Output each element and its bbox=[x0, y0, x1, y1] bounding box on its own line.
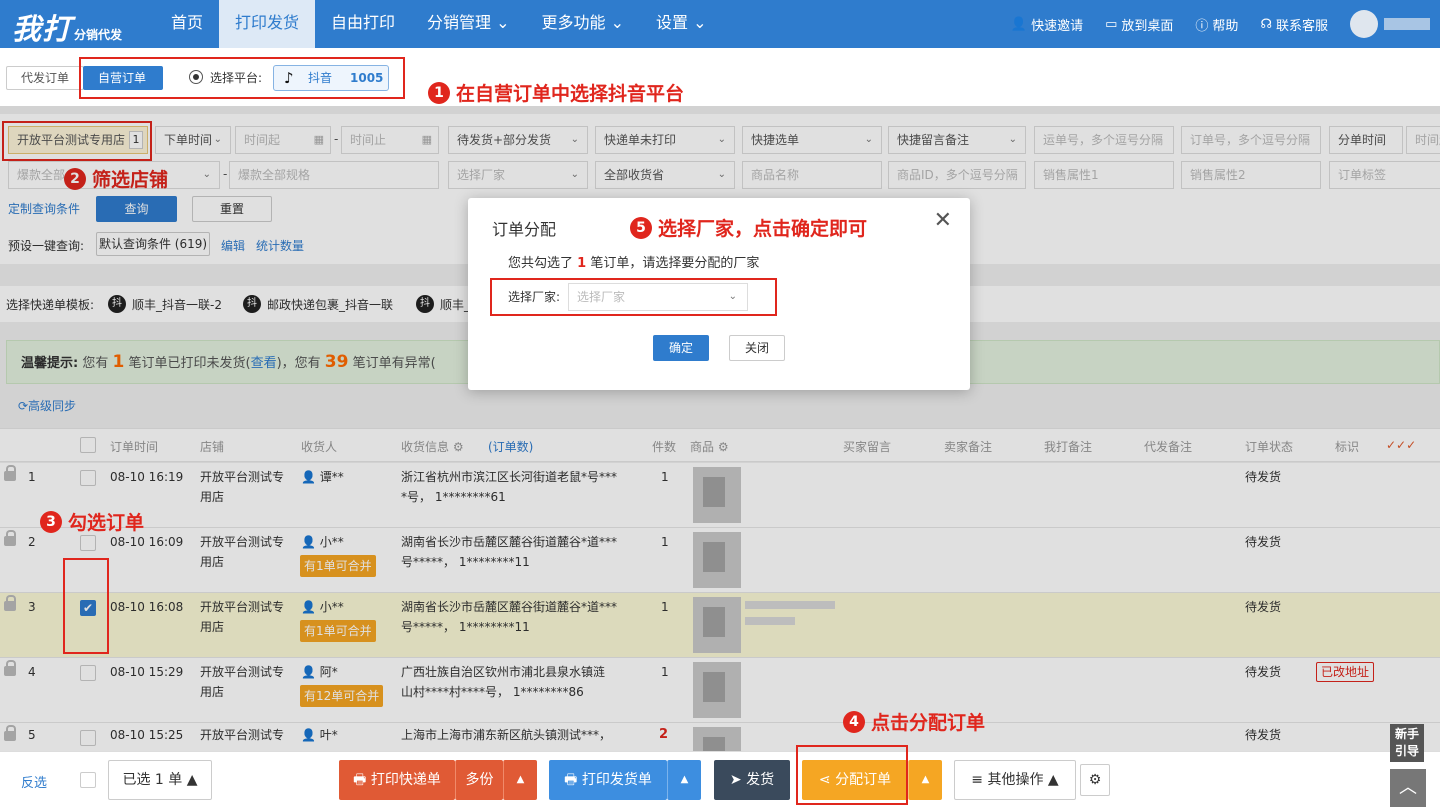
highlight-box-assign bbox=[796, 745, 908, 805]
annotation-step-3: 3 勾选订单 bbox=[40, 508, 144, 535]
annotation-step-5: 5 选择厂家，点击确定即可 bbox=[630, 214, 867, 241]
annotation-step-4: 4 点击分配订单 bbox=[843, 708, 985, 735]
tab-proxy-orders[interactable]: 代发订单 bbox=[6, 66, 85, 90]
print-express-button[interactable]: 🖶 打印快递单 bbox=[339, 760, 455, 800]
blurred-username bbox=[1384, 18, 1430, 30]
highlight-box-platform bbox=[79, 57, 405, 99]
highlight-box-checkbox bbox=[63, 558, 109, 654]
step-number: 3 bbox=[40, 510, 62, 533]
assign-dropdown[interactable]: ▲ bbox=[908, 760, 942, 800]
highlight-box-vendor bbox=[490, 278, 777, 316]
caret-up-icon: ▲ bbox=[516, 774, 525, 785]
close-icon[interactable]: ✕ bbox=[934, 208, 952, 233]
confirm-button[interactable]: 确定 bbox=[653, 335, 709, 361]
dialog-message: 您共勾选了 1 笔订单，请选择要分配的厂家 bbox=[508, 252, 759, 271]
nav-settings[interactable]: 设置 ⌄ bbox=[640, 0, 723, 48]
dialog-title: 订单分配 bbox=[492, 220, 557, 239]
step-number: 4 bbox=[843, 710, 865, 733]
invite-label: 快速邀请 bbox=[1031, 18, 1084, 34]
logo-sub: 分销代发 bbox=[74, 28, 123, 42]
printer-icon: 🖶 bbox=[564, 772, 578, 788]
monitor-icon: ▭ bbox=[1105, 16, 1118, 32]
step-text: 点击分配订单 bbox=[871, 712, 986, 734]
multi-copy-button[interactable]: 多份 bbox=[455, 760, 503, 800]
step-number: 5 bbox=[630, 216, 652, 239]
avatar[interactable] bbox=[1350, 10, 1378, 38]
nav-distribution[interactable]: 分销管理 ⌄ bbox=[411, 0, 526, 48]
help-link[interactable]: ⓘ 帮助 bbox=[1195, 15, 1238, 34]
logo-main: 我打 bbox=[12, 12, 73, 46]
caret-up-icon: ▲ bbox=[680, 774, 689, 785]
service-link[interactable]: ☊ 联系客服 bbox=[1260, 15, 1328, 34]
selected-count-dropdown[interactable]: 已选 1 单 ▲ bbox=[108, 760, 212, 800]
print-express-label: 打印快递单 bbox=[370, 772, 441, 788]
printer-icon: 🖶 bbox=[353, 772, 367, 788]
ship-label: 发货 bbox=[746, 772, 775, 788]
msg-pre: 您共勾选了 bbox=[508, 256, 574, 271]
nav-home[interactable]: 首页 bbox=[155, 0, 219, 48]
print-express-dropdown[interactable]: ▲ bbox=[503, 760, 537, 800]
main-nav: 首页 打印发货 自由打印 分销管理 ⌄ 更多功能 ⌄ 设置 ⌄ bbox=[155, 0, 723, 48]
step-text: 选择厂家，点击确定即可 bbox=[658, 218, 868, 240]
footer-checkbox[interactable] bbox=[80, 772, 96, 788]
top-nav: 我打 分销代发 首页 打印发货 自由打印 分销管理 ⌄ 更多功能 ⌄ 设置 ⌄ … bbox=[0, 0, 1440, 48]
desktop-label: 放到桌面 bbox=[1121, 18, 1174, 34]
back-to-top-button[interactable]: ︿ bbox=[1390, 769, 1426, 807]
nav-right: 👤 快速邀请 ▭ 放到桌面 ⓘ 帮助 ☊ 联系客服 bbox=[1011, 0, 1440, 48]
other-actions-label: 其他操作 ▲ bbox=[987, 772, 1059, 788]
invert-selection-link[interactable]: 反选 bbox=[21, 772, 47, 791]
add-user-icon: 👤 bbox=[1010, 16, 1028, 32]
service-label: 联系客服 bbox=[1275, 18, 1328, 34]
list-icon: ≡ bbox=[971, 772, 984, 788]
print-ship-button[interactable]: 🖶 打印发货单 bbox=[549, 760, 667, 800]
ship-button[interactable]: ➤ 发货 bbox=[714, 760, 790, 800]
msg-post: 笔订单，请选择要分配的厂家 bbox=[590, 256, 760, 271]
close-button[interactable]: 关闭 bbox=[729, 335, 785, 361]
other-actions-dropdown[interactable]: ≡ 其他操作 ▲ bbox=[954, 760, 1076, 800]
caret-up-icon: ▲ bbox=[921, 774, 930, 785]
step-text: 勾选订单 bbox=[68, 512, 145, 534]
nav-more[interactable]: 更多功能 ⌄ bbox=[526, 0, 641, 48]
nav-print-ship[interactable]: 打印发货 bbox=[219, 0, 316, 48]
headset-icon: ☊ bbox=[1260, 16, 1272, 32]
selected-order-count: 1 bbox=[577, 256, 587, 271]
newbie-guide-button[interactable]: 新手引导 bbox=[1390, 724, 1424, 762]
nav-free-print[interactable]: 自由打印 bbox=[315, 0, 411, 48]
help-label: 帮助 bbox=[1212, 18, 1239, 34]
step-text: 在自营订单中选择抖音平台 bbox=[456, 83, 685, 105]
invite-link[interactable]: 👤 快速邀请 bbox=[1011, 15, 1083, 34]
desktop-link[interactable]: ▭ 放到桌面 bbox=[1105, 15, 1173, 34]
annotation-step-1: 1 在自营订单中选择抖音平台 bbox=[428, 79, 684, 106]
gear-icon[interactable]: ⚙ bbox=[1080, 764, 1110, 796]
print-ship-dropdown[interactable]: ▲ bbox=[667, 760, 701, 800]
step-number: 1 bbox=[428, 81, 450, 104]
print-ship-label: 打印发货单 bbox=[581, 772, 652, 788]
help-icon: ⓘ bbox=[1195, 18, 1209, 34]
send-icon: ➤ bbox=[729, 772, 742, 788]
